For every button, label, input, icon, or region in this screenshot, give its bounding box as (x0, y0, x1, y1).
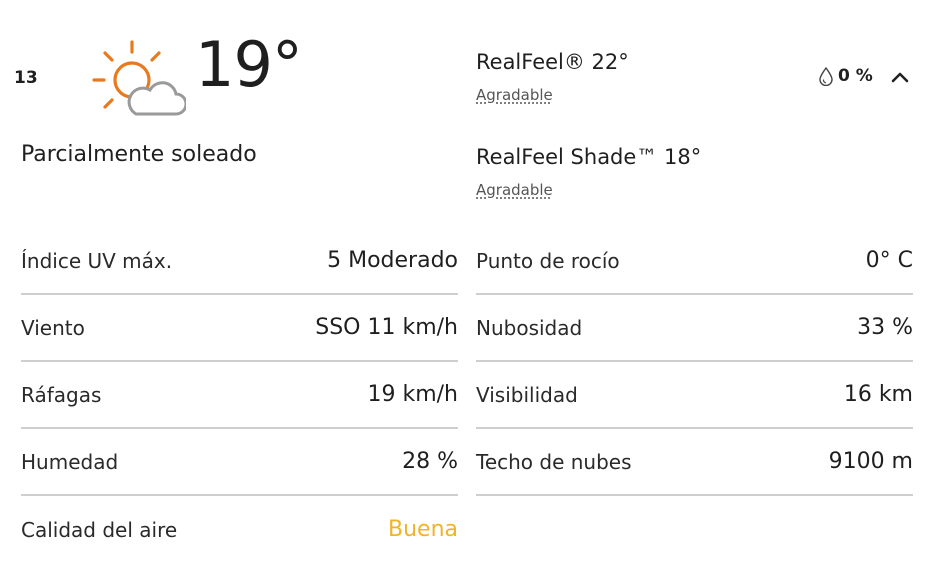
detail-label: Ráfagas (21, 382, 102, 407)
realfeel-shade-value: RealFeel Shade™ 18° (476, 145, 702, 169)
precipitation-probability: 0 % (818, 66, 873, 86)
detail-row-wind: Viento SSO 11 km/h (21, 295, 458, 362)
detail-value: 19 km/h (367, 382, 458, 407)
hour-label: 13 (14, 68, 38, 88)
realfeel-shade-label[interactable]: Agradable (476, 181, 553, 199)
chevron-up-icon[interactable] (890, 70, 910, 84)
detail-row-humidity: Humedad 28 % (21, 429, 458, 496)
realfeel-value: RealFeel® 22° (476, 50, 629, 74)
raindrop-icon (819, 66, 833, 86)
realfeel-label[interactable]: Agradable (476, 86, 553, 104)
air-quality-value[interactable]: Buena (388, 517, 458, 542)
detail-row-air-quality: Calidad del aire Buena (21, 496, 458, 563)
detail-row-cloud-cover: Nubosidad 33 % (476, 295, 913, 362)
weather-phrase: Parcialmente soleado (21, 142, 257, 167)
detail-label: Índice UV máx. (21, 248, 173, 273)
current-temperature: 19° (195, 28, 303, 101)
detail-label: Techo de nubes (476, 449, 632, 474)
detail-label: Punto de rocío (476, 248, 620, 273)
detail-label: Humedad (21, 449, 119, 474)
detail-label: Visibilidad (476, 382, 578, 407)
precipitation-value: 0 % (838, 66, 873, 86)
detail-row-gusts: Ráfagas 19 km/h (21, 362, 458, 429)
detail-row-visibility: Visibilidad 16 km (476, 362, 913, 429)
details-left-column: Índice UV máx. 5 Moderado Viento SSO 11 … (21, 228, 458, 563)
detail-value: 16 km (843, 382, 913, 407)
details-right-column: Punto de rocío 0° C Nubosidad 33 % Visib… (476, 228, 913, 496)
detail-row-uv-index: Índice UV máx. 5 Moderado (21, 228, 458, 295)
detail-value: SSO 11 km/h (315, 315, 458, 340)
detail-label: Viento (21, 315, 85, 340)
detail-value: 33 % (857, 315, 913, 340)
detail-value: 28 % (402, 449, 458, 474)
detail-value: 5 Moderado (327, 248, 458, 273)
detail-label: Nubosidad (476, 315, 583, 340)
detail-row-cloud-ceiling: Techo de nubes 9100 m (476, 429, 913, 496)
detail-value: 0° C (865, 248, 913, 273)
detail-value: 9100 m (828, 449, 913, 474)
detail-label: Calidad del aire (21, 517, 178, 542)
partly-sunny-icon (92, 40, 186, 116)
detail-row-dew-point: Punto de rocío 0° C (476, 228, 913, 295)
